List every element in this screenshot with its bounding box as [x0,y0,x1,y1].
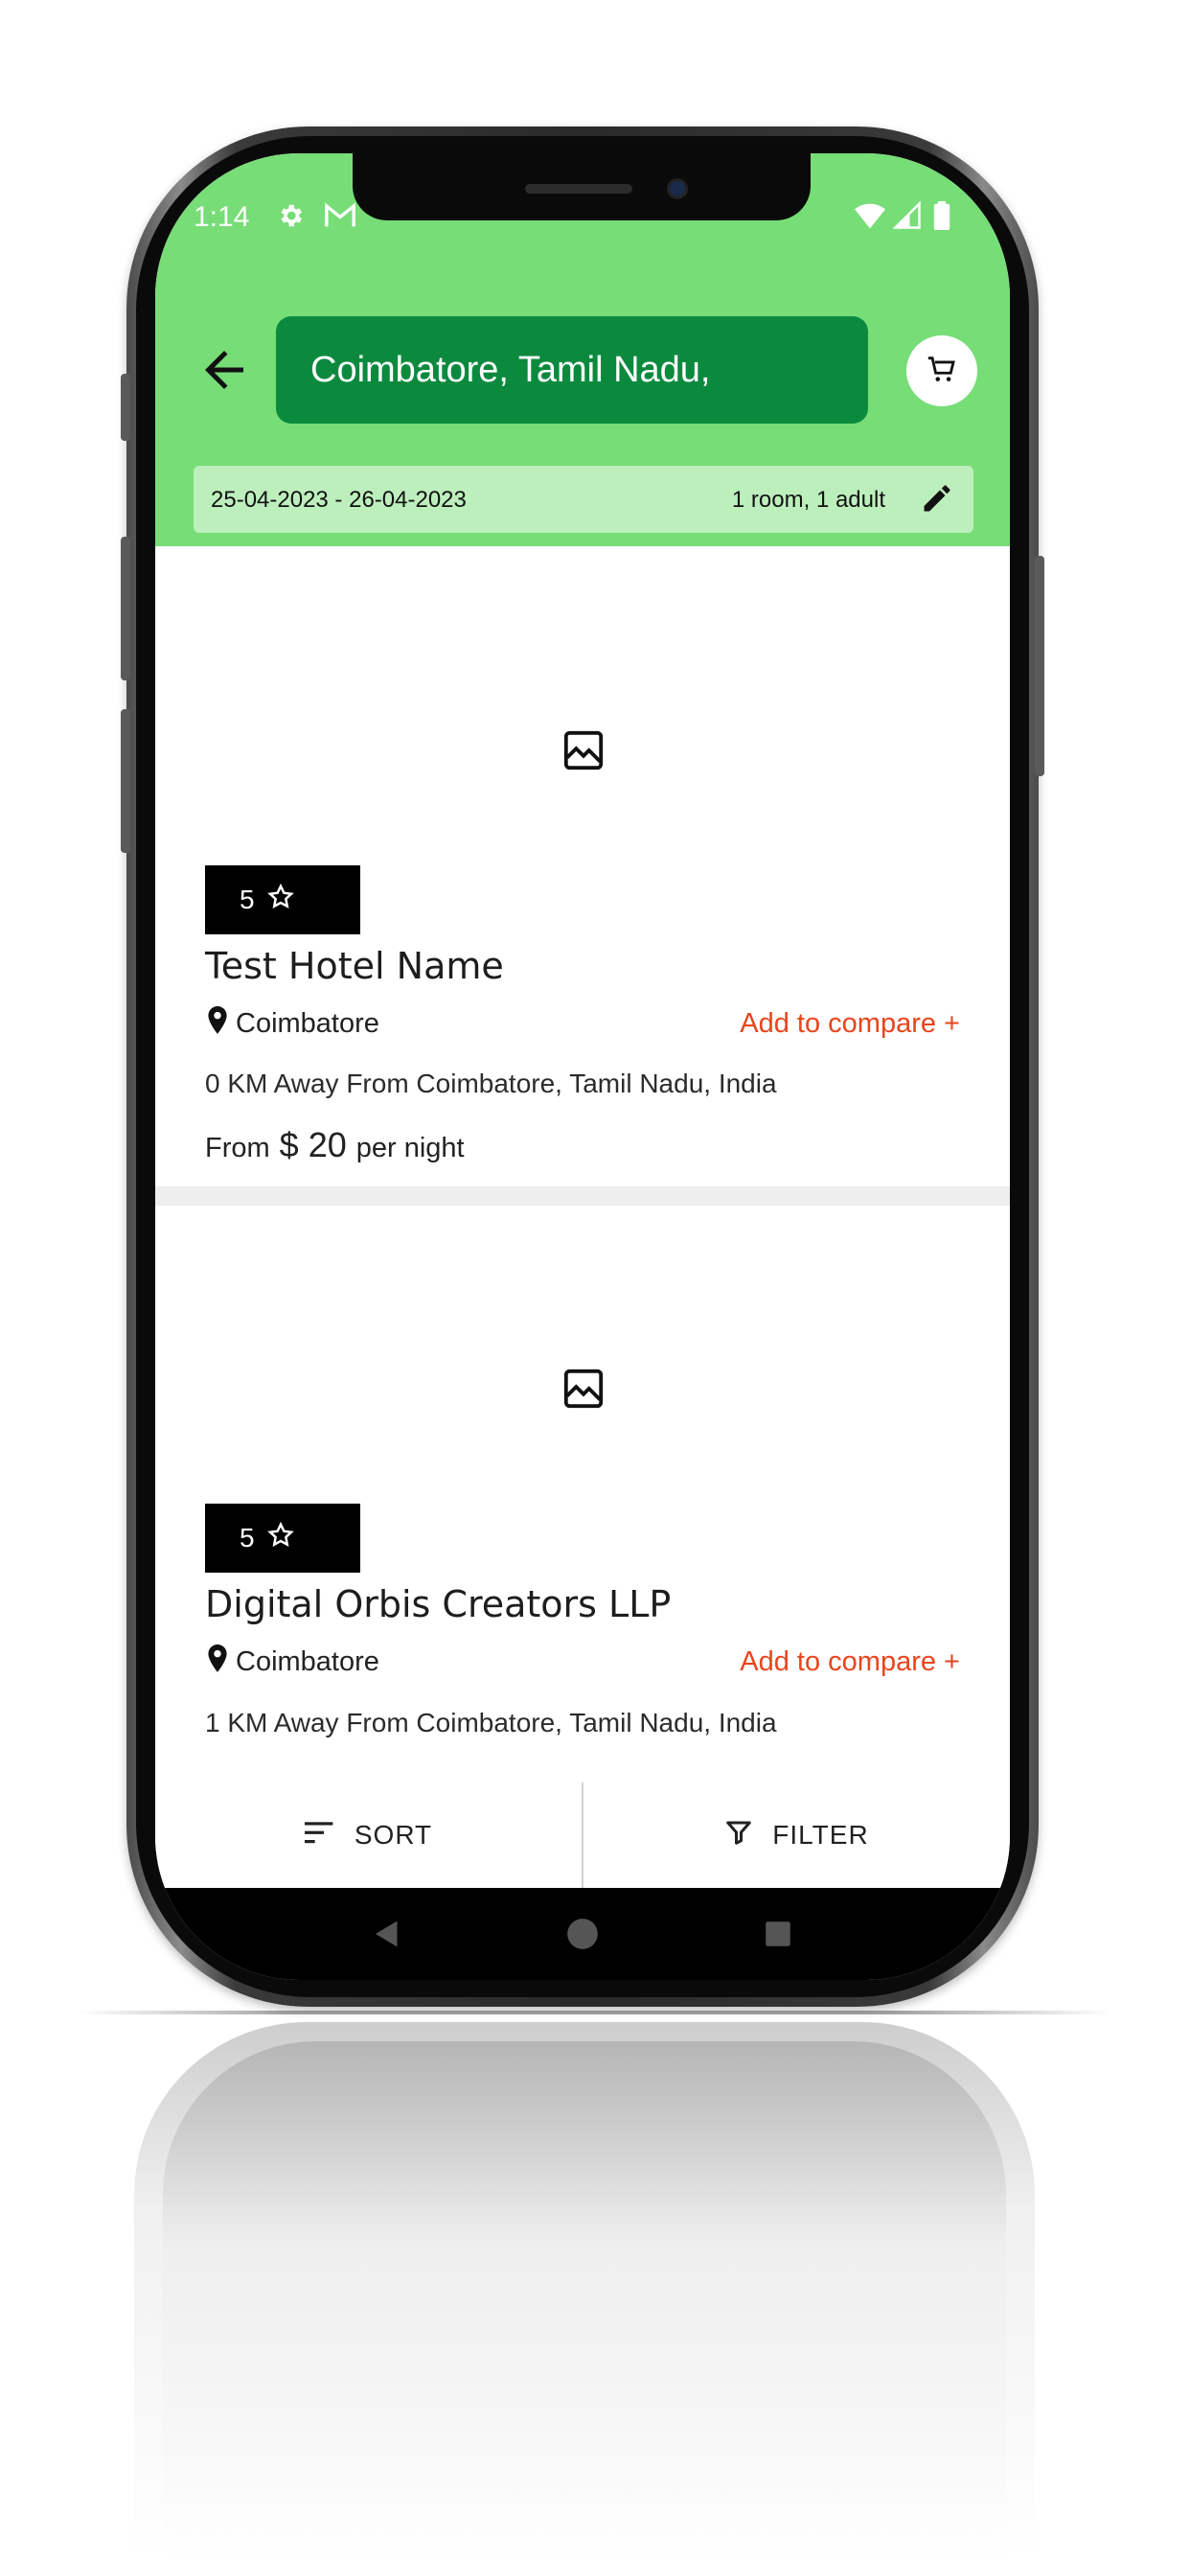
earpiece-speaker [525,184,632,194]
sort-filter-bar: SORT FILTER [155,1782,1010,1888]
filter-label: FILTER [772,1820,869,1850]
hotel-distance: 0 KM Away From Coimbatore, Tamil Nadu, I… [205,1069,777,1098]
device-mockup: 1:14 Coimbatore, Tamil Nadu, 25-04-2023 … [0,0,1190,2576]
hotel-city: Coimbatore [236,1645,379,1677]
hotel-location: Coimbatore [205,1644,379,1679]
battery-icon [933,201,950,234]
rating-value: 5 [240,885,255,914]
device-reflection [134,2022,1035,2559]
hotel-card[interactable]: 5 Test Hotel Name Coimbatore Add to comp… [155,546,1010,1186]
hotel-card[interactable]: 5 Digital Orbis Creators LLP Coimbatore … [155,1206,1010,1781]
guest-summary: 1 room, 1 adult [731,487,885,513]
silent-switch [121,374,130,441]
sort-button[interactable]: SORT [155,1782,582,1888]
nav-recents-icon[interactable] [759,1915,797,1953]
front-camera [667,178,688,199]
hotel-location: Coimbatore [205,1006,379,1041]
hotel-name[interactable]: Test Hotel Name [205,945,504,987]
star-icon [266,1521,295,1556]
wifi-icon [855,201,885,234]
hotel-name[interactable]: Digital Orbis Creators LLP [205,1583,671,1625]
sort-icon [304,1820,335,1852]
volume-down-button [121,709,130,853]
star-rating-badge: 5 [205,1504,360,1573]
filter-button[interactable]: FILTER [584,1782,1010,1888]
display-notch [353,153,811,220]
edit-pencil-icon[interactable] [920,481,954,516]
hotel-price: From $ 20 per night [205,1125,465,1165]
price-unit: per night [355,1133,465,1163]
price-amount: 20 [308,1125,347,1164]
cart-button[interactable] [906,335,977,406]
star-rating-badge: 5 [205,865,360,934]
date-guest-bar[interactable]: 25-04-2023 - 26-04-2023 1 room, 1 adult [194,466,973,533]
hotel-list: 5 Test Hotel Name Coimbatore Add to comp… [155,546,1010,1781]
system-nav-bar [155,1888,1010,1980]
volume-up-button [121,537,130,680]
add-to-compare-link[interactable]: Add to compare + [740,1008,960,1040]
rating-value: 5 [240,1523,255,1552]
settings-icon [276,201,305,234]
power-button [1035,556,1044,776]
hotel-city: Coimbatore [236,1007,379,1039]
price-prefix: From [205,1133,270,1163]
image-placeholder-icon [561,1367,606,1411]
location-pin-icon [205,1644,230,1679]
status-time: 1:14 [194,201,250,233]
filter-icon [724,1818,753,1853]
back-arrow-icon[interactable] [195,341,253,399]
card-divider [155,1186,1010,1206]
star-icon [266,883,295,918]
location-pin-icon [205,1006,230,1041]
nav-back-icon[interactable] [368,1915,406,1953]
location-search-field[interactable]: Coimbatore, Tamil Nadu, [276,316,868,424]
gmail-icon [324,201,356,234]
image-placeholder-icon [561,728,606,772]
phone-screen: 1:14 Coimbatore, Tamil Nadu, 25-04-2023 … [155,153,1010,1980]
date-range: 25-04-2023 - 26-04-2023 [211,487,467,513]
signal-icon [892,200,922,234]
sort-label: SORT [354,1820,433,1850]
cart-icon [926,353,958,389]
nav-home-icon[interactable] [563,1915,602,1953]
price-currency: $ [279,1125,299,1164]
add-to-compare-link[interactable]: Add to compare + [740,1646,960,1678]
floor-shadow [77,2011,1111,2014]
hotel-distance: 1 KM Away From Coimbatore, Tamil Nadu, I… [205,1708,777,1737]
